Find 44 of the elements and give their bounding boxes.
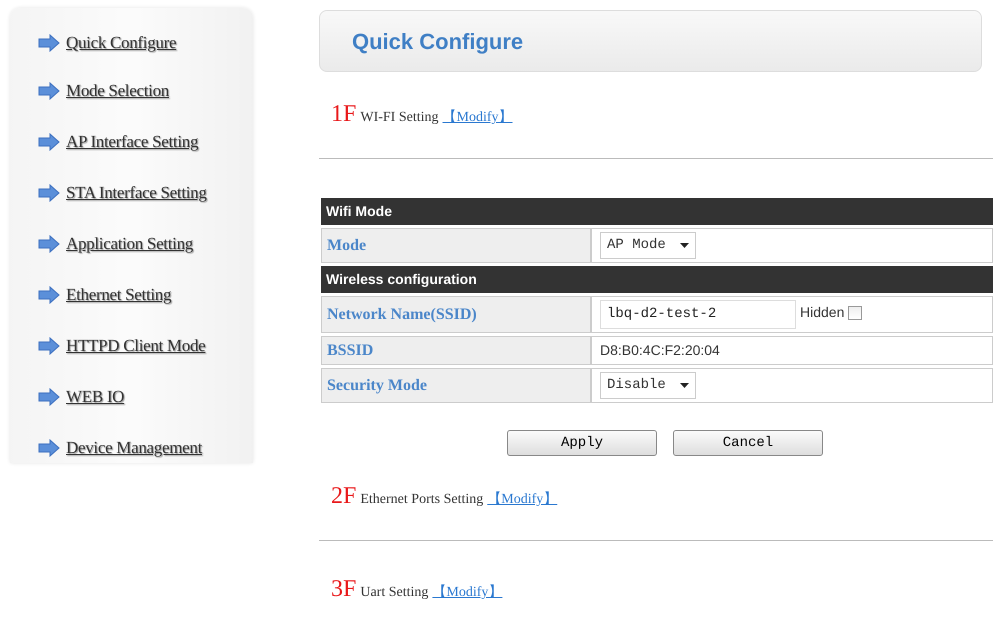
field-label: Security Mode (321, 368, 591, 403)
field-label: Network Name(SSID) (321, 296, 591, 333)
arrow-icon (38, 82, 60, 100)
field-value: D8:B0:4C:F2:20:04 (600, 342, 720, 358)
section-header: Wifi Mode (321, 198, 993, 225)
sidebar-link[interactable]: HTTPD Client Mode (66, 332, 206, 358)
field-label: BSSID (321, 336, 591, 365)
sidebar-link[interactable]: STA Interface Setting (66, 180, 207, 206)
form-button[interactable]: Cancel (673, 430, 823, 456)
checkbox[interactable] (848, 306, 862, 320)
section-number: 3F (331, 575, 356, 604)
section-header: Wireless configuration (321, 266, 993, 293)
sidebar-link[interactable]: WEB IO (66, 384, 124, 410)
arrow-icon (38, 132, 60, 150)
modify-link[interactable]: 【Modify】 (442, 107, 513, 128)
dropdown[interactable]: Disable (600, 372, 696, 399)
dropdown[interactable]: AP Mode (600, 232, 696, 259)
checkbox-label: Hidden (800, 304, 844, 320)
modify-link[interactable]: 【Modify】 (432, 582, 502, 603)
section-number: 1F (331, 100, 356, 129)
arrow-icon (38, 34, 60, 52)
arrow-icon (38, 286, 60, 304)
section-title: Uart Setting (360, 584, 428, 602)
form-button[interactable]: Apply (507, 430, 657, 456)
caret-icon (680, 383, 689, 388)
arrow-icon (38, 184, 60, 202)
sidebar-link[interactable]: AP Interface Setting (66, 128, 198, 154)
sidebar-link[interactable]: Application Setting (66, 230, 193, 256)
input-field[interactable]: lbq-d2-test-2 (600, 300, 796, 329)
arrow-icon (38, 438, 60, 456)
sidebar-link[interactable]: Mode Selection (66, 78, 169, 104)
section-title: Ethernet Ports Setting (360, 491, 484, 509)
arrow-icon (38, 336, 60, 354)
section-number: 2F (331, 482, 356, 511)
arrow-icon (38, 388, 60, 406)
page-title: Quick Configure (352, 28, 524, 56)
sidebar-link[interactable]: Ethernet Setting (66, 282, 172, 308)
field-label: Mode (321, 228, 591, 263)
sidebar-link[interactable]: Device Management (66, 434, 202, 460)
caret-icon (680, 243, 689, 248)
modify-link[interactable]: 【Modify】 (487, 489, 558, 510)
arrow-icon (38, 234, 60, 252)
sidebar-link[interactable]: Quick Configure (66, 30, 176, 56)
section-title: WI-FI Setting (360, 109, 439, 127)
